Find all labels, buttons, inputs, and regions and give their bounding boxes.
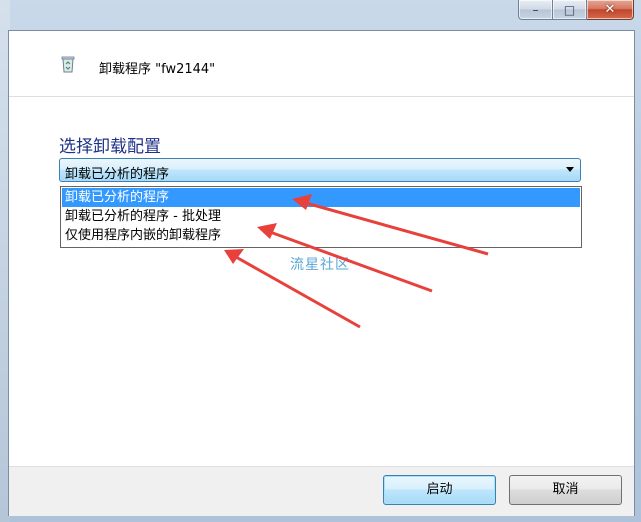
window-frame: – □ ✕ 卸载程序 "fw2144" 选择卸载配置 卸载已分析的程序 卸载已分… [0, 0, 641, 522]
minimize-button[interactable]: – [518, 0, 553, 20]
dropdown-option-analyzed[interactable]: 卸载已分析的程序 [62, 188, 580, 207]
recycle-bin-icon [61, 56, 75, 73]
section-title: 选择卸载配置 [59, 137, 161, 157]
dialog-client-area: 卸载程序 "fw2144" 选择卸载配置 卸载已分析的程序 卸载已分析的程序 卸… [8, 30, 635, 516]
cancel-button[interactable]: 取消 [509, 475, 622, 505]
maximize-icon: □ [563, 2, 576, 17]
dropdown-option-builtin-uninstaller[interactable]: 仅使用程序内嵌的卸载程序 [62, 226, 580, 245]
maximize-button[interactable]: □ [553, 0, 587, 20]
titlebar-buttons: – □ ✕ [518, 0, 634, 20]
dropdown-list: 卸载已分析的程序 卸载已分析的程序 - 批处理 仅使用程序内嵌的卸载程序 [60, 186, 582, 248]
dialog-footer: 启动 取消 [9, 466, 634, 516]
dialog-title: 卸载程序 "fw2144" [99, 62, 216, 77]
dialog-body: 选择卸载配置 卸载已分析的程序 卸载已分析的程序 卸载已分析的程序 - 批处理 … [9, 97, 634, 466]
watermark-text: 流星社区 [290, 257, 350, 273]
uninstall-config-select[interactable]: 卸载已分析的程序 [59, 158, 581, 182]
close-icon: ✕ [604, 2, 616, 17]
select-value: 卸载已分析的程序 [65, 167, 170, 182]
minimize-icon: – [532, 2, 539, 17]
start-button[interactable]: 启动 [383, 475, 496, 505]
dialog-header: 卸载程序 "fw2144" [9, 31, 634, 97]
dropdown-option-analyzed-batch[interactable]: 卸载已分析的程序 - 批处理 [62, 207, 580, 226]
chevron-down-icon[interactable] [566, 167, 574, 172]
close-button[interactable]: ✕ [587, 0, 634, 20]
